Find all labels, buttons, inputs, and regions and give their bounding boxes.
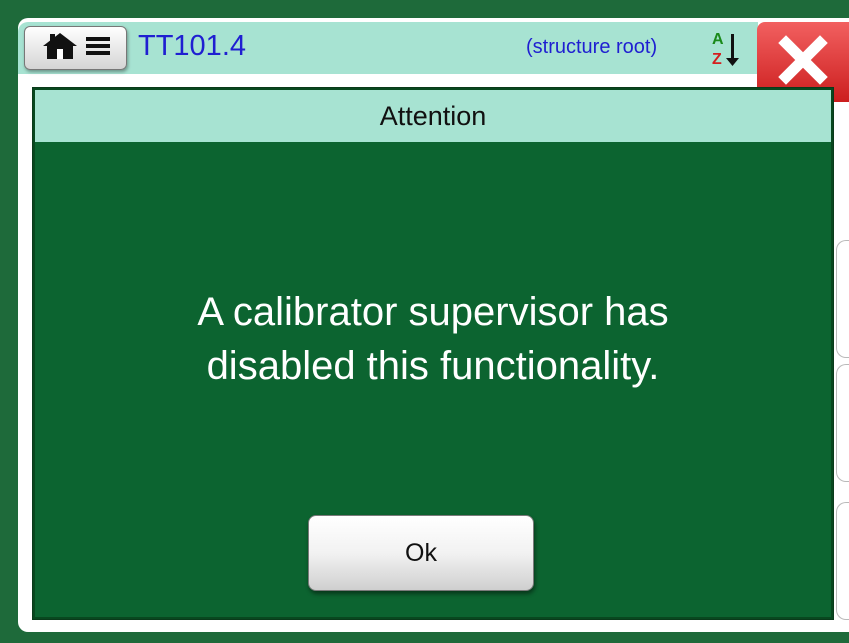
side-tab[interactable] [836,502,849,620]
side-tabs [836,240,849,640]
sort-az-icon[interactable]: A Z [710,28,740,70]
page-title: TT101.4 [138,30,246,62]
side-tab[interactable] [836,240,849,358]
message-line-1: A calibrator supervisor has [197,290,669,334]
attention-dialog: Attention A calibrator supervisor has di… [33,88,833,619]
home-menu-button[interactable] [24,26,127,70]
close-icon [778,34,828,90]
menu-icon [85,34,111,63]
ok-button[interactable]: Ok [308,515,534,591]
message-line-2: disabled this functionality. [206,344,660,388]
dialog-title: Attention [379,100,487,131]
dialog-message: A calibrator supervisor has disabled thi… [35,285,831,393]
svg-text:A: A [712,31,724,48]
side-tab[interactable] [836,364,849,482]
svg-text:Z: Z [712,51,722,68]
dialog-titlebar: Attention [35,90,831,142]
breadcrumb[interactable]: (structure root) [526,36,657,59]
home-icon [41,31,79,66]
